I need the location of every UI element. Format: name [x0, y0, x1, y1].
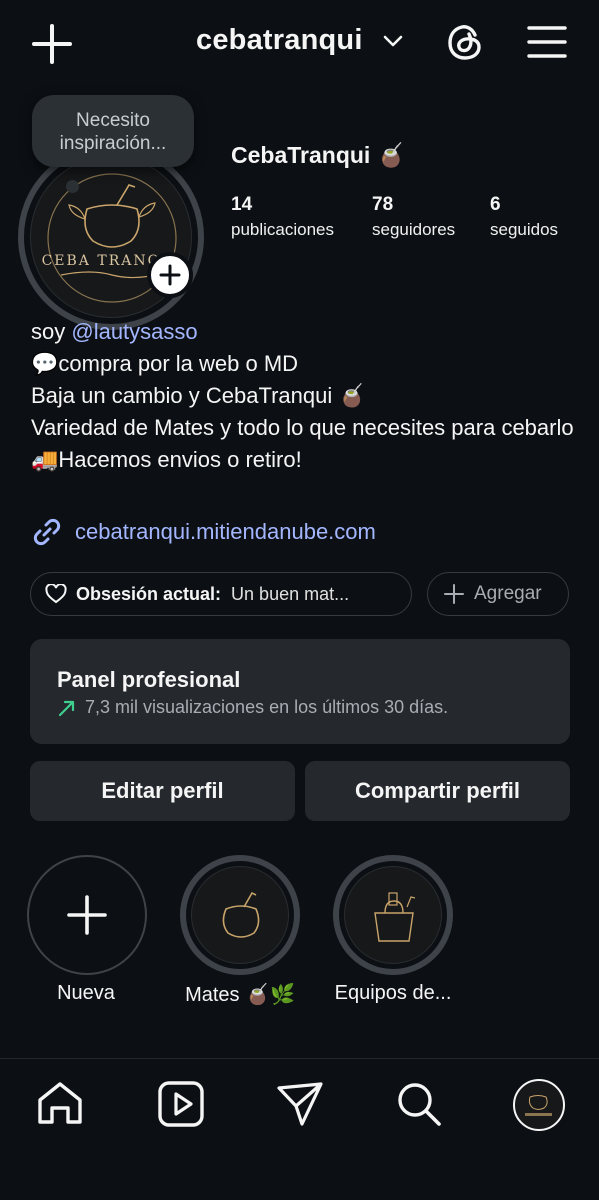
bio-line: Variedad de Mates y todo lo que necesite… [31, 415, 574, 440]
panel-title: Panel profesional [57, 667, 241, 692]
website-link[interactable]: cebatranqui.mitiendanube.com [31, 514, 376, 550]
stat-following-label: seguidos [490, 220, 559, 239]
menu-icon[interactable] [526, 22, 568, 62]
add-note-label: Agregar [474, 583, 542, 604]
plus-icon [444, 584, 464, 604]
current-obsession-pill[interactable]: Obsesión actual: Un buen mat... [30, 572, 412, 616]
bio: soy @lautysasso 💬compra por la web o MD … [31, 316, 591, 476]
create-plus-icon[interactable] [30, 22, 74, 66]
highlight-label: Nueva [57, 982, 115, 1004]
bio-line: Baja un cambio y CebaTranqui 🧉 [31, 383, 366, 408]
obsession-label: Obsesión actual: [76, 583, 222, 604]
panel-subtitle: 7,3 mil visualizaciones en los últimos 3… [57, 697, 448, 718]
professional-dashboard[interactable]: Panel profesional 7,3 mil visualizacione… [30, 639, 570, 744]
stat-followers[interactable]: 78 seguidores [372, 194, 455, 240]
stat-posts[interactable]: 14 publicaciones [231, 194, 334, 240]
link-icon [33, 518, 61, 546]
website-link-text: cebatranqui.mitiendanube.com [75, 519, 376, 544]
plus-icon [159, 264, 181, 286]
stat-followers-label: seguidores [372, 220, 456, 239]
trending-up-icon [58, 700, 75, 716]
obsession-value: Un buen mat... [231, 583, 350, 604]
note-bubble-tail [66, 180, 79, 193]
stat-following-value: 6 [490, 194, 501, 215]
mate-logo-icon [525, 1095, 552, 1116]
bio-prefix: soy [31, 319, 72, 344]
home-icon[interactable] [34, 1078, 86, 1130]
search-icon[interactable] [393, 1078, 445, 1130]
stat-followers-value: 78 [372, 194, 394, 215]
username-switcher[interactable]: cebatranqui [196, 24, 363, 57]
highlight-equipos[interactable] [333, 855, 453, 975]
stat-following[interactable]: 6 seguidos [490, 194, 558, 240]
bio-line: 💬compra por la web o MD [31, 351, 299, 376]
add-story-button[interactable] [147, 252, 193, 298]
share-profile-button[interactable]: Compartir perfil [305, 761, 570, 821]
note-bubble-text: Necesito inspiración... [59, 110, 167, 154]
threads-icon[interactable] [444, 20, 486, 64]
display-name: CebaTranqui 🧉 [231, 142, 406, 168]
stat-posts-label: publicaciones [231, 220, 335, 239]
profile-avatar[interactable] [513, 1079, 565, 1131]
stat-posts-value: 14 [231, 194, 253, 215]
direct-icon[interactable] [274, 1078, 326, 1130]
reels-icon[interactable] [155, 1078, 207, 1130]
bio-mention-link[interactable]: @lautysasso [71, 319, 197, 344]
new-highlight-button[interactable] [27, 855, 147, 975]
top-bar: cebatranqui [0, 0, 599, 90]
mate-icon [222, 891, 260, 938]
highlight-label: Equipos de... [334, 982, 452, 1004]
edit-profile-button[interactable]: Editar perfil [30, 761, 295, 821]
highlight-mates[interactable] [180, 855, 300, 975]
heart-icon [45, 584, 67, 604]
chevron-down-icon[interactable] [382, 30, 404, 52]
highlight-label: Mates 🧉🌿 [185, 984, 295, 1006]
mate-kit-icon [374, 892, 416, 942]
add-note-button[interactable]: Agregar [427, 572, 569, 616]
plus-icon [67, 895, 107, 935]
panel-subtitle-text: 7,3 mil visualizaciones en los últimos 3… [85, 697, 449, 717]
note-bubble[interactable]: Necesito inspiración... [32, 95, 194, 167]
bio-line: 🚚Hacemos envios o retiro! [31, 447, 302, 472]
